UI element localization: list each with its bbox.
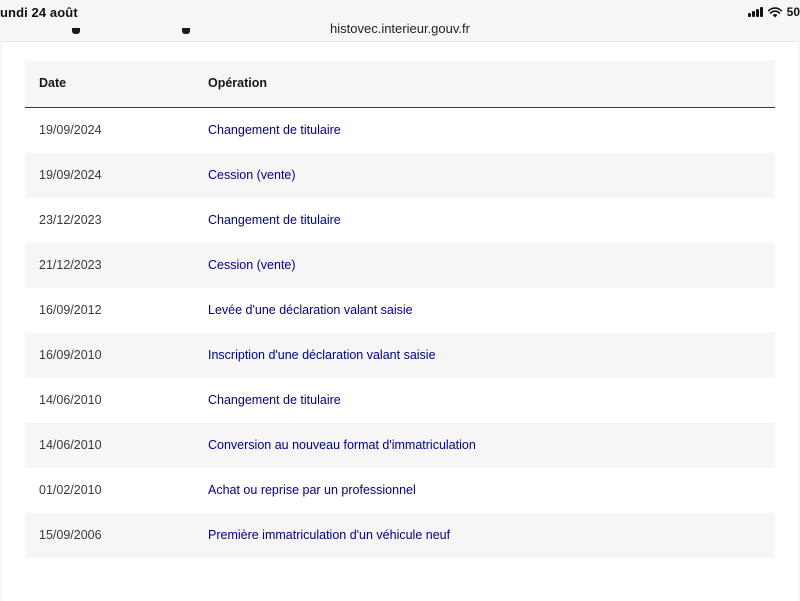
table-row: 16/09/2010 Inscription d'une déclaration… bbox=[25, 333, 775, 378]
operation-link[interactable]: Changement de titulaire bbox=[208, 213, 341, 227]
operation-link[interactable]: Levée d'une déclaration valant saisie bbox=[208, 303, 413, 317]
row-date: 16/09/2012 bbox=[39, 303, 102, 317]
row-date: 14/06/2010 bbox=[39, 438, 102, 452]
column-header-date: Date bbox=[39, 76, 67, 90]
row-date: 21/12/2023 bbox=[39, 258, 102, 272]
operation-link[interactable]: Changement de titulaire bbox=[208, 123, 341, 137]
battery-level: 50 bbox=[786, 5, 800, 19]
status-date: undi 24 août bbox=[0, 5, 78, 20]
operation-link[interactable]: Cession (vente) bbox=[208, 168, 296, 182]
row-date: 14/06/2010 bbox=[39, 393, 102, 407]
status-indicators: 50 bbox=[747, 5, 800, 19]
table-row: 16/09/2012 Levée d'une déclaration valan… bbox=[25, 288, 775, 333]
operation-link[interactable]: Première immatriculation d'un véhicule n… bbox=[208, 528, 450, 542]
url-text: histovec.interieur.gouv.fr bbox=[330, 21, 470, 36]
cellular-signal-icon bbox=[747, 7, 763, 17]
row-date: 01/02/2010 bbox=[39, 483, 102, 497]
operation-link[interactable]: Changement de titulaire bbox=[208, 393, 341, 407]
table-row: 01/02/2010 Achat ou reprise par un profe… bbox=[25, 468, 775, 513]
table-row: 15/09/2006 Première immatriculation d'un… bbox=[25, 513, 775, 558]
table-row: 14/06/2010 Changement de titulaire bbox=[25, 378, 775, 423]
row-date: 23/12/2023 bbox=[39, 213, 102, 227]
table-row: 19/09/2024 Changement de titulaire bbox=[25, 108, 775, 153]
table-row: 23/12/2023 Changement de titulaire bbox=[25, 198, 775, 243]
row-date: 19/09/2024 bbox=[39, 123, 102, 137]
operation-link[interactable]: Achat ou reprise par un professionnel bbox=[208, 483, 416, 497]
operations-table: Date Opération 19/09/2024 Changement de … bbox=[25, 61, 775, 558]
row-date: 16/09/2010 bbox=[39, 348, 102, 362]
row-date: 15/09/2006 bbox=[39, 528, 102, 542]
operation-link[interactable]: Inscription d'une déclaration valant sai… bbox=[208, 348, 436, 362]
table-row: 19/09/2024 Cession (vente) bbox=[25, 153, 775, 198]
row-date: 19/09/2024 bbox=[39, 168, 102, 182]
table-header: Date Opération bbox=[25, 61, 775, 108]
operation-link[interactable]: Cession (vente) bbox=[208, 258, 296, 272]
cropped-heading-fragment bbox=[72, 28, 232, 48]
wifi-icon bbox=[767, 6, 782, 17]
page-content: Date Opération 19/09/2024 Changement de … bbox=[2, 28, 798, 601]
column-header-operation: Opération bbox=[208, 76, 268, 90]
table-row: 14/06/2010 Conversion au nouveau format … bbox=[25, 423, 775, 468]
operation-link[interactable]: Conversion au nouveau format d'immatricu… bbox=[208, 438, 476, 452]
table-row: 21/12/2023 Cession (vente) bbox=[25, 243, 775, 288]
